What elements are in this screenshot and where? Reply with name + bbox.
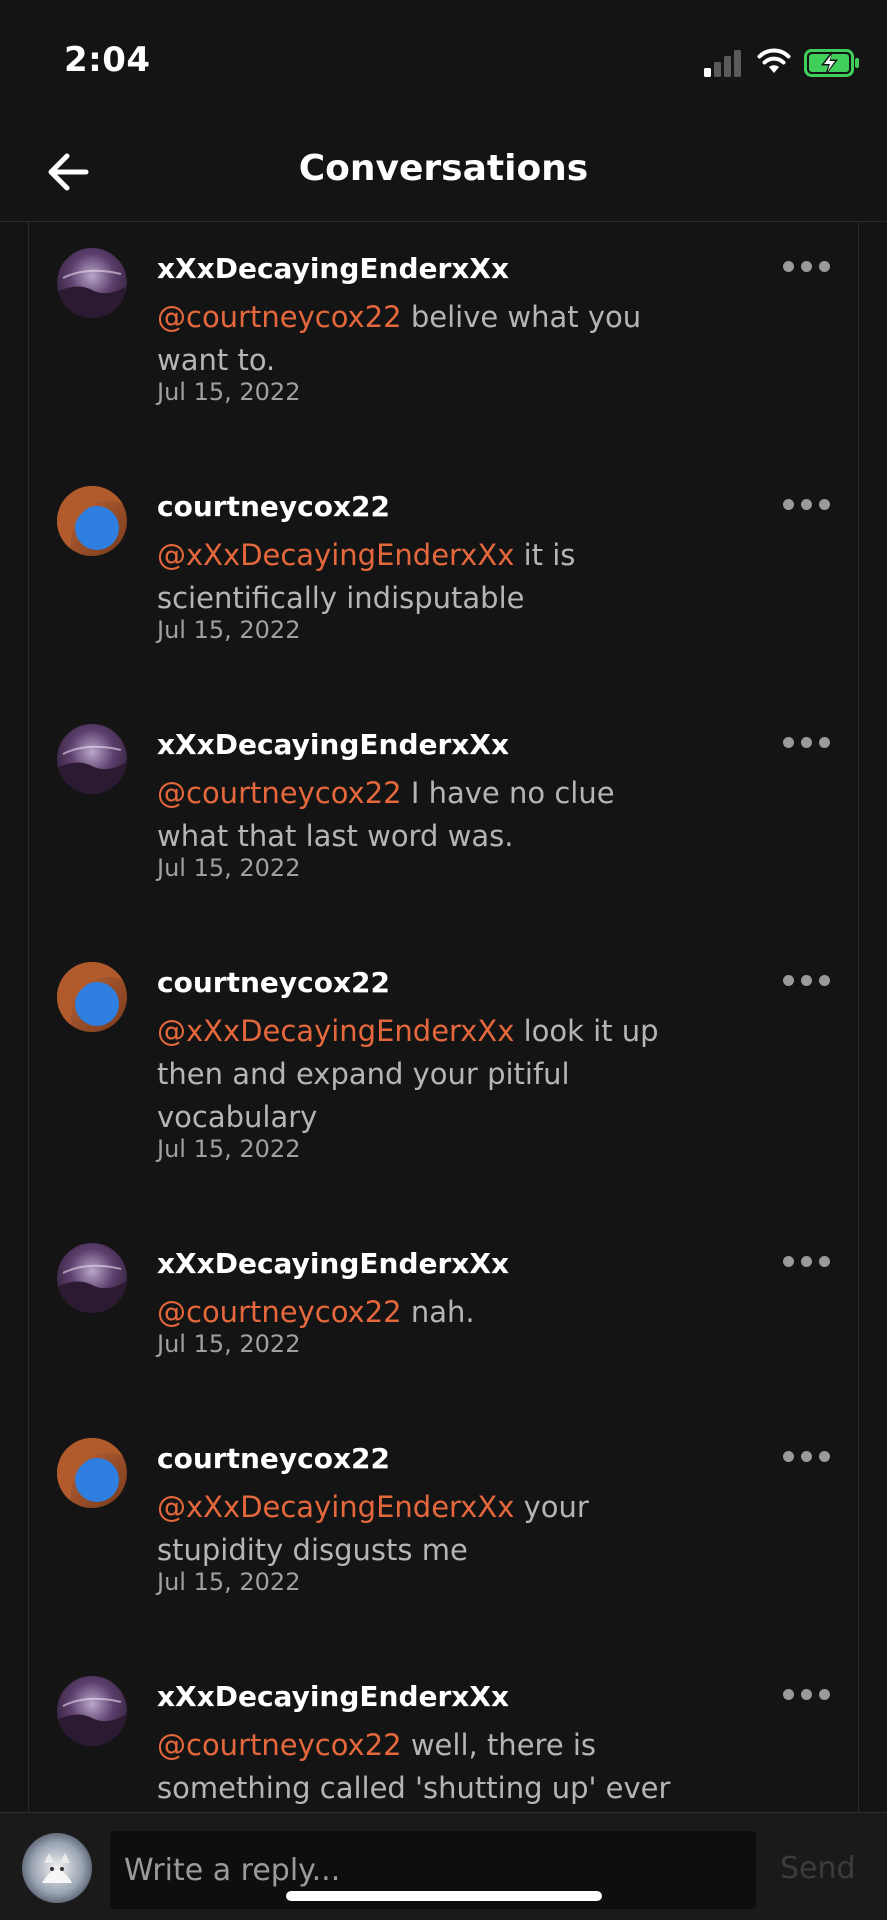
reply-bar: Send bbox=[0, 1812, 887, 1920]
comment-message: nah. bbox=[410, 1295, 475, 1329]
comment-text: @xXxDecayingEnderxXx it is scientificall… bbox=[157, 534, 677, 620]
comment-date: Jul 15, 2022 bbox=[157, 1135, 301, 1163]
wifi-icon bbox=[757, 48, 791, 73]
mention-link[interactable]: @xXxDecayingEnderxXx bbox=[157, 1014, 514, 1048]
home-indicator[interactable] bbox=[286, 1891, 602, 1901]
white-cat-avatar[interactable] bbox=[22, 1833, 92, 1903]
mention-link[interactable]: @courtneycox22 bbox=[157, 1728, 402, 1762]
battery-charging-icon bbox=[804, 49, 859, 77]
comment-username[interactable]: xXxDecayingEnderxXx bbox=[157, 1247, 509, 1280]
rock-arch-avatar[interactable] bbox=[57, 962, 127, 1032]
mention-link[interactable]: @xXxDecayingEnderxXx bbox=[157, 1490, 514, 1524]
comment-text: @xXxDecayingEnderxXx look it up then and… bbox=[157, 1010, 677, 1139]
rock-arch-avatar[interactable] bbox=[57, 486, 127, 556]
comment-text: @courtneycox22 nah. bbox=[157, 1291, 677, 1334]
comment-thread[interactable]: xXxDecayingEnderxXx @courtneycox22 beliv… bbox=[28, 222, 859, 1812]
more-options-icon[interactable] bbox=[783, 1684, 831, 1704]
comment-text: @courtneycox22 belive what you want to. bbox=[157, 296, 677, 382]
comment-text: @courtneycox22 I have no clue what that … bbox=[157, 772, 677, 858]
comment-date: Jul 15, 2022 bbox=[157, 1330, 301, 1358]
page-title: Conversations bbox=[298, 148, 589, 189]
mention-link[interactable]: @courtneycox22 bbox=[157, 1295, 402, 1329]
comment-text: @xXxDecayingEnderxXx your stupidity disg… bbox=[157, 1486, 677, 1572]
comment-username[interactable]: courtneycox22 bbox=[157, 490, 390, 523]
status-time: 2:04 bbox=[64, 40, 151, 80]
comment-username[interactable]: courtneycox22 bbox=[157, 1442, 390, 1475]
comment-date: Jul 15, 2022 bbox=[157, 854, 301, 882]
comment-username[interactable]: xXxDecayingEnderxXx bbox=[157, 1680, 509, 1713]
purple-sky-avatar[interactable] bbox=[57, 1243, 127, 1313]
purple-sky-avatar[interactable] bbox=[57, 1676, 127, 1746]
comment-date: Jul 15, 2022 bbox=[157, 378, 301, 406]
more-options-icon[interactable] bbox=[783, 732, 831, 752]
more-options-icon[interactable] bbox=[783, 970, 831, 990]
status-bar: 2:04 bbox=[0, 0, 887, 120]
more-options-icon[interactable] bbox=[783, 1446, 831, 1466]
comment-date: Jul 15, 2022 bbox=[157, 616, 301, 644]
comment-text: @courtneycox22 well, there is something … bbox=[157, 1724, 677, 1812]
header: Conversations bbox=[0, 120, 887, 222]
comment-username[interactable]: xXxDecayingEnderxXx bbox=[157, 728, 509, 761]
purple-sky-avatar[interactable] bbox=[57, 248, 127, 318]
comment-username[interactable]: xXxDecayingEnderxXx bbox=[157, 252, 509, 285]
rock-arch-avatar[interactable] bbox=[57, 1438, 127, 1508]
more-options-icon[interactable] bbox=[783, 256, 831, 276]
mention-link[interactable]: @xXxDecayingEnderxXx bbox=[157, 538, 514, 572]
more-options-icon[interactable] bbox=[783, 494, 831, 514]
mention-link[interactable]: @courtneycox22 bbox=[157, 776, 402, 810]
mention-link[interactable]: @courtneycox22 bbox=[157, 300, 402, 334]
cellular-signal-icon bbox=[704, 50, 741, 77]
more-options-icon[interactable] bbox=[783, 1251, 831, 1271]
comment-date: Jul 15, 2022 bbox=[157, 1568, 301, 1596]
purple-sky-avatar[interactable] bbox=[57, 724, 127, 794]
send-button[interactable]: Send bbox=[780, 1851, 856, 1886]
comment-username[interactable]: courtneycox22 bbox=[157, 966, 390, 999]
